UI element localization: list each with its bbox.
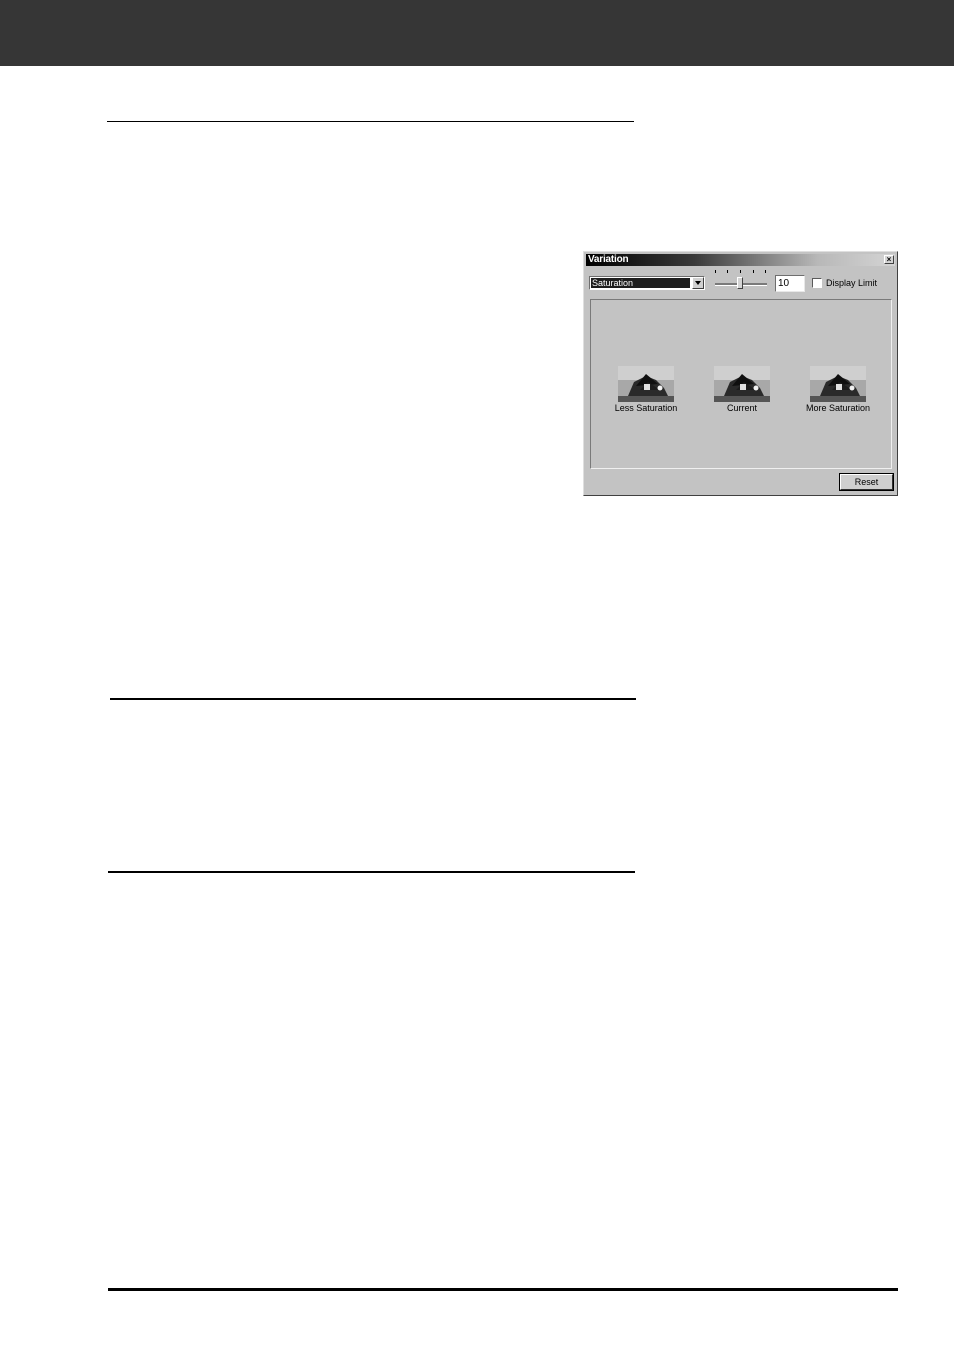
variation-preview-panel: Less Saturation Current More Saturation xyxy=(590,299,892,469)
variation-dialog: Variation × Saturation 10 Display Limit xyxy=(583,251,898,496)
section-rule xyxy=(107,121,634,122)
slider-tick xyxy=(740,270,741,273)
variant-label: Less Saturation xyxy=(614,403,678,413)
variant-more-saturation[interactable]: More Saturation xyxy=(798,366,878,414)
mode-select-value: Saturation xyxy=(591,278,690,288)
variant-current[interactable]: Current xyxy=(702,366,782,414)
variant-thumbnail-image xyxy=(714,366,770,402)
variant-label: Current xyxy=(726,403,757,413)
variation-amount-field[interactable]: 10 xyxy=(775,275,805,292)
variant-less-saturation[interactable]: Less Saturation xyxy=(606,366,686,414)
chevron-down-icon[interactable] xyxy=(692,277,704,289)
reset-button[interactable]: Reset xyxy=(839,473,894,491)
footer-rule xyxy=(108,1288,898,1291)
variant-label: More Saturation xyxy=(805,403,871,413)
display-limit-label: Display Limit xyxy=(826,278,878,288)
display-limit-checkbox[interactable] xyxy=(812,278,822,288)
page-header-band xyxy=(0,0,954,66)
slider-tick xyxy=(715,270,716,273)
close-icon[interactable]: × xyxy=(884,255,894,264)
variation-slider[interactable] xyxy=(713,269,769,291)
variant-thumbnail-image xyxy=(810,366,866,402)
slider-tick xyxy=(727,270,728,273)
mode-select[interactable]: Saturation xyxy=(589,276,705,290)
slider-tick xyxy=(753,270,754,273)
slider-thumb[interactable] xyxy=(737,277,743,289)
dialog-title: Variation xyxy=(588,254,629,265)
variant-thumbnail-image xyxy=(618,366,674,402)
dialog-titlebar[interactable]: Variation × xyxy=(586,254,895,266)
slider-tick xyxy=(765,270,766,273)
section-rule xyxy=(110,698,636,700)
section-rule xyxy=(108,871,635,873)
